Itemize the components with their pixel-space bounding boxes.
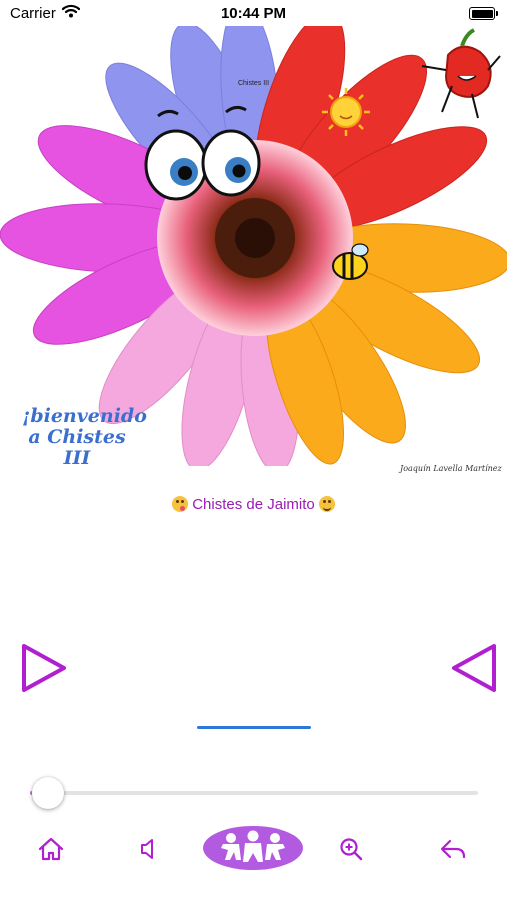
home-icon bbox=[38, 837, 64, 861]
speaker-icon bbox=[141, 839, 153, 859]
flower-artwork: Chistes III ¡bienvenido a Chistes III Jo… bbox=[0, 2, 507, 474]
welcome-text: ¡bienvenido a Chistes III bbox=[22, 405, 147, 469]
flower-illustration bbox=[0, 2, 507, 474]
volume-button[interactable] bbox=[130, 832, 164, 866]
children-group-icon bbox=[221, 830, 285, 862]
welcome-line-2: a Chistes bbox=[28, 426, 126, 448]
joke-title-row: Chistes de Jaimito bbox=[0, 496, 507, 513]
play-previous-button[interactable] bbox=[448, 640, 504, 696]
artist-signature: Joaquín Lavella Martínez bbox=[400, 464, 502, 473]
slider-thumb[interactable] bbox=[31, 777, 64, 809]
loading-progress-bar bbox=[197, 726, 311, 729]
reply-arrow-icon bbox=[440, 839, 466, 859]
bottom-toolbar bbox=[0, 822, 507, 878]
home-button[interactable] bbox=[34, 832, 68, 866]
artwork-small-caption: Chistes III bbox=[237, 80, 270, 87]
status-time: 10:44 PM bbox=[220, 5, 287, 22]
slider-track bbox=[30, 791, 478, 795]
zoom-button[interactable] bbox=[334, 832, 368, 866]
welcome-line-3: III bbox=[63, 447, 91, 469]
playback-slider[interactable] bbox=[30, 777, 478, 810]
welcome-line-1: ¡bienvenido bbox=[22, 405, 147, 427]
play-triangle-right-icon bbox=[22, 644, 66, 692]
status-bar: Carrier 10:44 PM bbox=[0, 0, 507, 28]
tongue-emoji-icon bbox=[172, 496, 189, 512]
play-triangle-left-icon bbox=[452, 644, 496, 692]
joke-title: Chistes de Jaimito bbox=[192, 496, 315, 513]
children-group-button[interactable] bbox=[203, 826, 303, 870]
battery-icon bbox=[469, 7, 498, 20]
grinning-emoji-icon bbox=[318, 496, 335, 512]
zoom-in-icon bbox=[340, 838, 363, 861]
back-button[interactable] bbox=[436, 832, 470, 866]
play-next-button[interactable] bbox=[14, 640, 70, 696]
